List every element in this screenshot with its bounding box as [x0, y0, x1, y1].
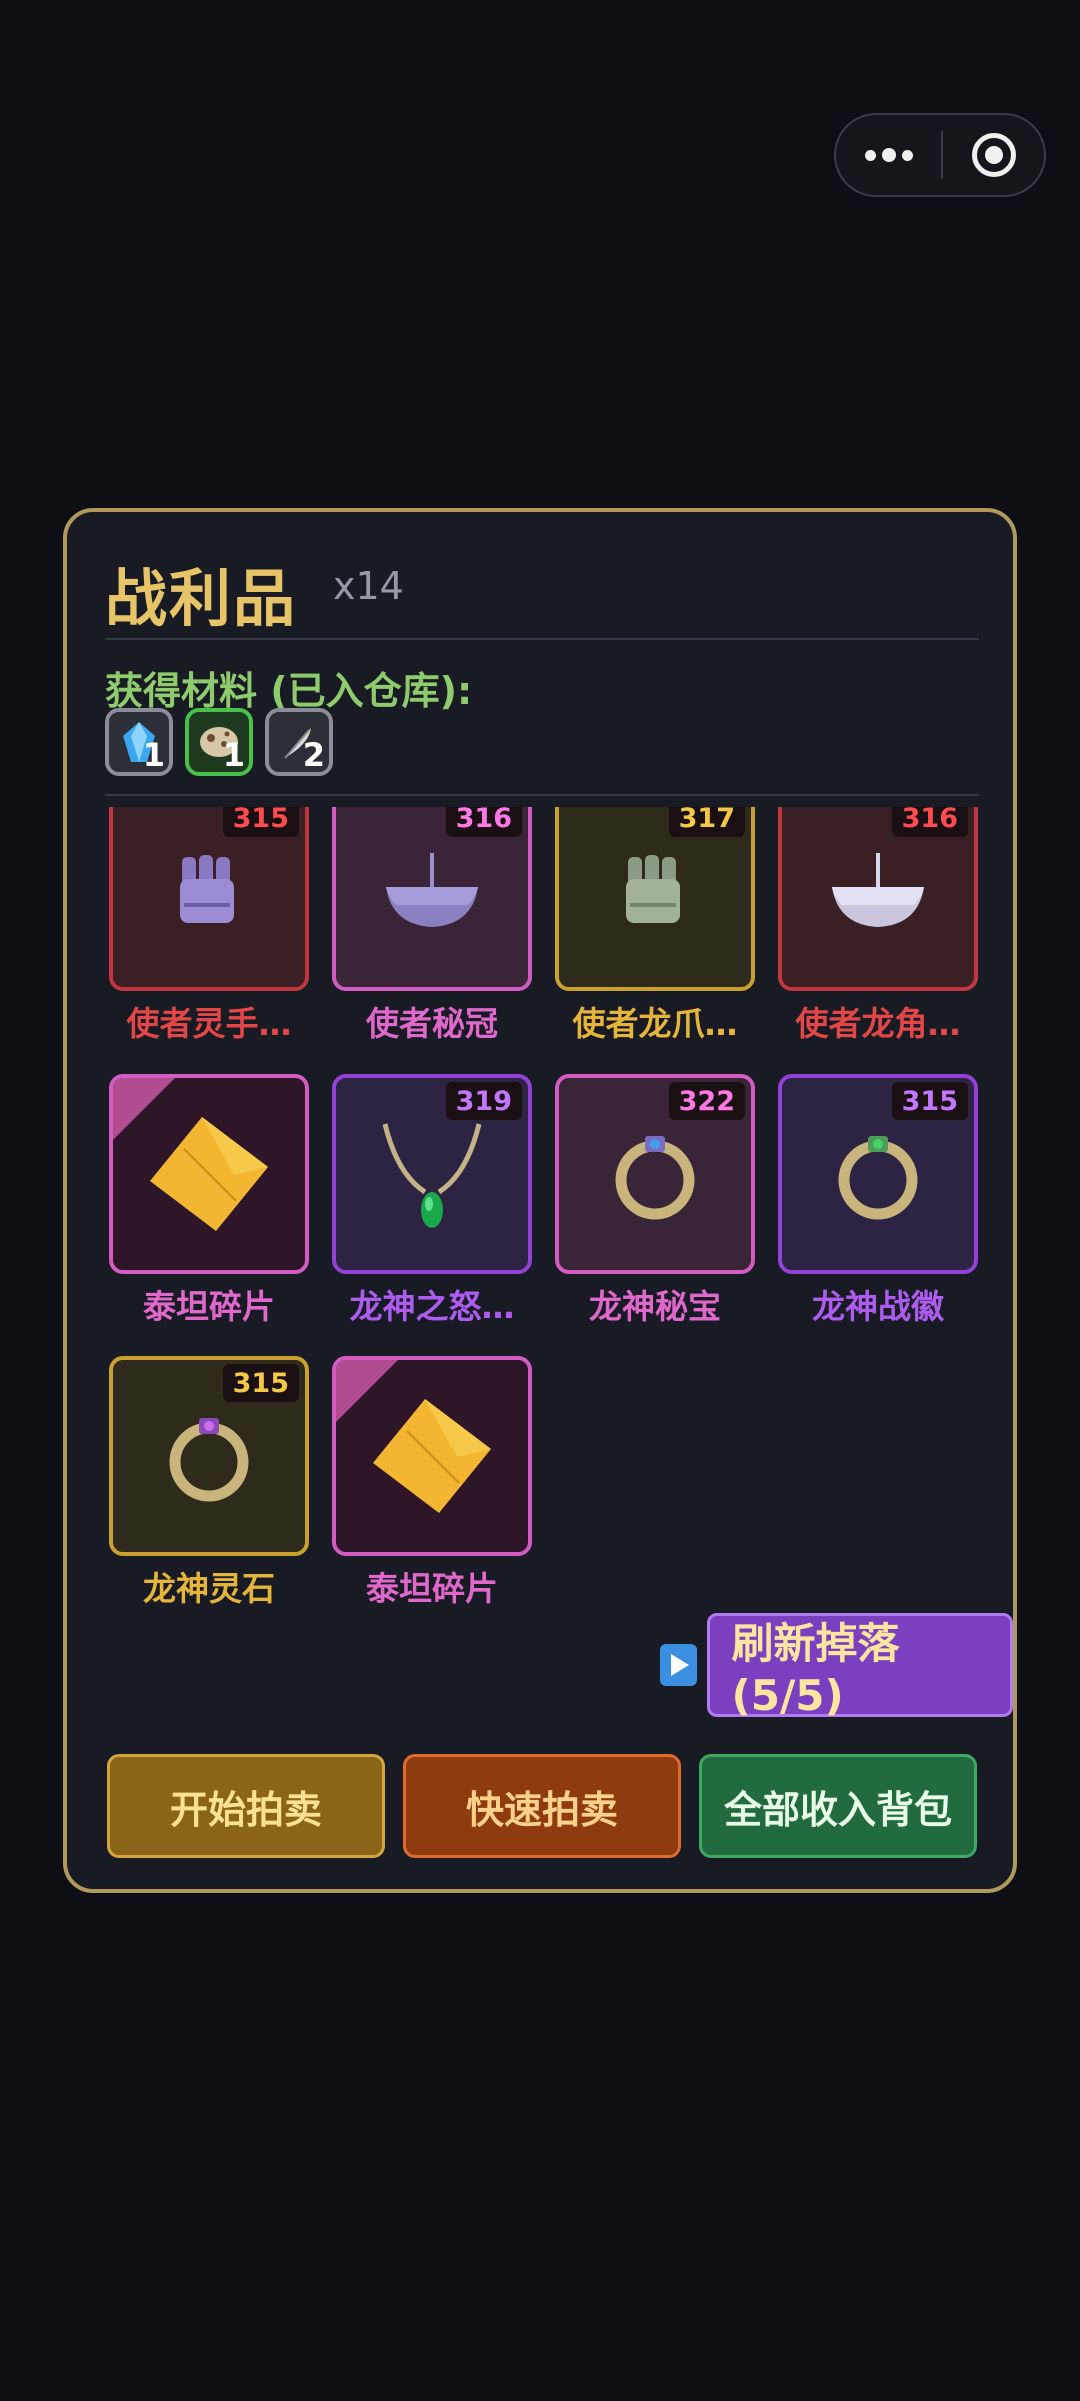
- ring-icon: [169, 1418, 249, 1502]
- item-level: 319: [445, 1082, 522, 1120]
- start-auction-button[interactable]: 开始拍卖: [107, 1754, 385, 1858]
- collect-all-button[interactable]: 全部收入背包: [699, 1754, 977, 1858]
- necklace-icon: [382, 1123, 482, 1228]
- gauntlet-icon: [626, 855, 680, 923]
- item-name: 使者灵手…: [126, 1004, 292, 1043]
- material-qty: 2: [302, 736, 325, 774]
- item-name: 泰坦碎片: [366, 1569, 498, 1608]
- loot-item[interactable]: 316 使者龙角…: [778, 807, 978, 1045]
- divider: [105, 638, 979, 640]
- refresh-drops-button[interactable]: 刷新掉落 (5/5): [706, 1613, 1013, 1720]
- item-level: 316: [891, 807, 968, 837]
- action-bar: 开始拍卖 快速拍卖 全部收入背包: [107, 1754, 977, 1858]
- more-dots-icon[interactable]: [836, 115, 941, 195]
- materials-list: 1 1 2: [105, 708, 333, 776]
- bowl-helmet-icon: [386, 853, 478, 927]
- corner-ribbon: [113, 1078, 175, 1140]
- material-qty: 1: [222, 736, 245, 774]
- refresh-area: 刷新掉落 (5/5): [660, 1613, 1013, 1720]
- miniprogram-capsule: [834, 113, 1046, 197]
- item-name: 龙神灵石: [143, 1569, 275, 1608]
- ring-icon: [615, 1136, 695, 1220]
- material-slot[interactable]: 1: [105, 708, 173, 776]
- panel-title: 战利品: [105, 562, 298, 635]
- quick-auction-button[interactable]: 快速拍卖: [403, 1754, 681, 1858]
- bowl-helmet-icon: [832, 853, 924, 927]
- loot-item[interactable]: 315 龙神战徽: [778, 1074, 978, 1328]
- loot-item[interactable]: 315 龙神灵石: [109, 1356, 309, 1610]
- corner-ribbon: [336, 1360, 398, 1422]
- loot-item[interactable]: 317 使者龙爪…: [555, 807, 755, 1045]
- loot-count: x14: [333, 564, 404, 608]
- material-qty: 1: [142, 736, 165, 774]
- play-video-icon: [660, 1644, 697, 1686]
- material-slot[interactable]: 2: [265, 708, 333, 776]
- gauntlet-icon: [180, 855, 234, 923]
- item-name: 龙神之怒…: [349, 1287, 515, 1326]
- item-name: 龙神秘宝: [589, 1287, 721, 1326]
- item-level: 316: [445, 807, 522, 837]
- loot-item[interactable]: 316 使者秘冠: [332, 807, 532, 1045]
- item-level: 315: [891, 1082, 968, 1120]
- item-name: 龙神战徽: [812, 1287, 944, 1326]
- item-name: 泰坦碎片: [143, 1287, 275, 1326]
- ring-icon: [838, 1136, 918, 1220]
- item-level: 315: [222, 1364, 299, 1402]
- material-slot[interactable]: 1: [185, 708, 253, 776]
- loot-item[interactable]: 泰坦碎片: [332, 1356, 532, 1610]
- item-level: 315: [222, 807, 299, 837]
- loot-panel: 战利品 x14 获得材料 (已入仓库): 1 1 2 315 使者灵手… 316…: [63, 508, 1017, 1893]
- loot-item[interactable]: 319 龙神之怒…: [332, 1074, 532, 1328]
- materials-label: 获得材料 (已入仓库):: [105, 669, 473, 713]
- item-name: 使者秘冠: [366, 1004, 498, 1043]
- item-name: 使者龙爪…: [572, 1004, 738, 1043]
- item-name: 使者龙角…: [795, 1004, 961, 1043]
- item-level: 317: [668, 807, 745, 837]
- loot-item[interactable]: 322 龙神秘宝: [555, 1074, 755, 1328]
- item-level: 322: [668, 1082, 745, 1120]
- target-circle-icon[interactable]: [943, 115, 1044, 195]
- loot-item[interactable]: 315 使者灵手…: [109, 807, 309, 1045]
- divider: [105, 794, 979, 796]
- loot-item[interactable]: 泰坦碎片: [109, 1074, 309, 1328]
